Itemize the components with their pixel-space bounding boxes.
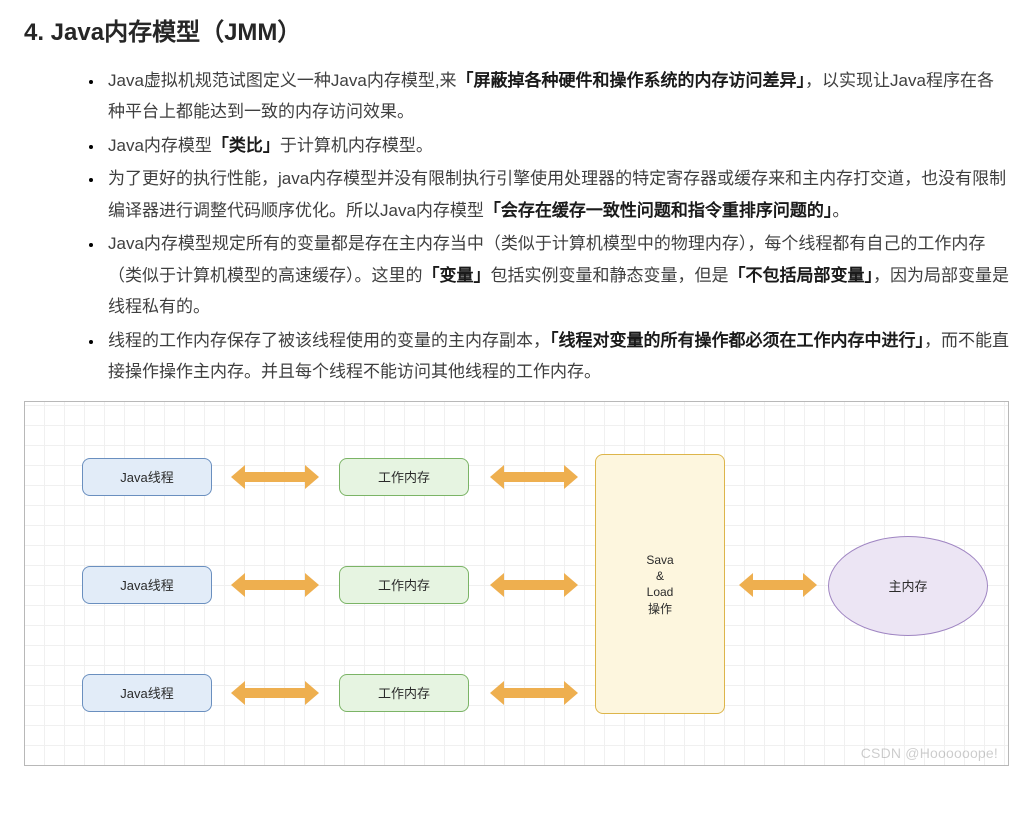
double-arrow-icon	[231, 465, 319, 489]
bullet-list: Java虚拟机规范试图定义一种Java内存模型,来「屏蔽掉各种硬件和操作系统的内…	[24, 65, 1009, 387]
watermark-text: CSDN @Hoooooope!	[861, 745, 998, 761]
label: Java线程	[120, 577, 173, 595]
label: Java线程	[120, 685, 173, 703]
bullet-item: Java内存模型规定所有的变量都是存在主内存当中（类似于计算机模型中的物理内存）…	[104, 228, 1009, 322]
bold-text: 「线程对变量的所有操作都必须在工作内存中进行」	[550, 331, 924, 350]
text: 包括实例变量和静态变量，但是	[491, 266, 729, 285]
bullet-item: 为了更好的执行性能，java内存模型并没有限制执行引擎使用处理器的特定寄存器或缓…	[104, 163, 1009, 226]
double-arrow-icon	[490, 465, 578, 489]
java-thread-box: Java线程	[82, 674, 212, 712]
bold-text: 「会存在缓存一致性问题和指令重排序问题的」	[484, 201, 833, 220]
jmm-diagram: Java线程 Java线程 Java线程 工作内存 工作内存 工作内存 Sava…	[24, 401, 1009, 766]
bold-text: 「变量」	[423, 266, 491, 285]
bold-text: 「屏蔽掉各种硬件和操作系统的内存访问差异」	[457, 71, 806, 90]
section-heading: 4. Java内存模型（JMM）	[24, 12, 1009, 47]
double-arrow-icon	[231, 681, 319, 705]
double-arrow-icon	[231, 573, 319, 597]
label: Sava & Load 操作	[646, 552, 673, 617]
bold-text: 「类比」	[212, 136, 280, 155]
bullet-item: Java内存模型「类比」于计算机内存模型。	[104, 130, 1009, 161]
label: 工作内存	[378, 469, 430, 487]
bullet-item: 线程的工作内存保存了被该线程使用的变量的主内存副本，「线程对变量的所有操作都必须…	[104, 325, 1009, 388]
label: 工作内存	[378, 685, 430, 703]
working-memory-box: 工作内存	[339, 674, 469, 712]
java-thread-box: Java线程	[82, 566, 212, 604]
text: 。	[832, 201, 849, 220]
label: 主内存	[888, 578, 927, 596]
double-arrow-icon	[490, 573, 578, 597]
working-memory-box: 工作内存	[339, 458, 469, 496]
text: Java虚拟机规范试图定义一种Java内存模型,来	[108, 71, 457, 90]
bullet-item: Java虚拟机规范试图定义一种Java内存模型,来「屏蔽掉各种硬件和操作系统的内…	[104, 65, 1009, 128]
text: 线程的工作内存保存了被该线程使用的变量的主内存副本，	[108, 331, 550, 350]
double-arrow-icon	[490, 681, 578, 705]
save-load-op-box: Sava & Load 操作	[595, 454, 725, 714]
main-memory-ellipse: 主内存	[828, 536, 988, 636]
label: Java线程	[120, 469, 173, 487]
text: Java内存模型	[108, 136, 212, 155]
label: 工作内存	[378, 577, 430, 595]
bold-text: 「不包括局部变量」	[729, 266, 874, 285]
text: 于计算机内存模型。	[280, 136, 433, 155]
working-memory-box: 工作内存	[339, 566, 469, 604]
double-arrow-icon	[739, 573, 817, 597]
java-thread-box: Java线程	[82, 458, 212, 496]
